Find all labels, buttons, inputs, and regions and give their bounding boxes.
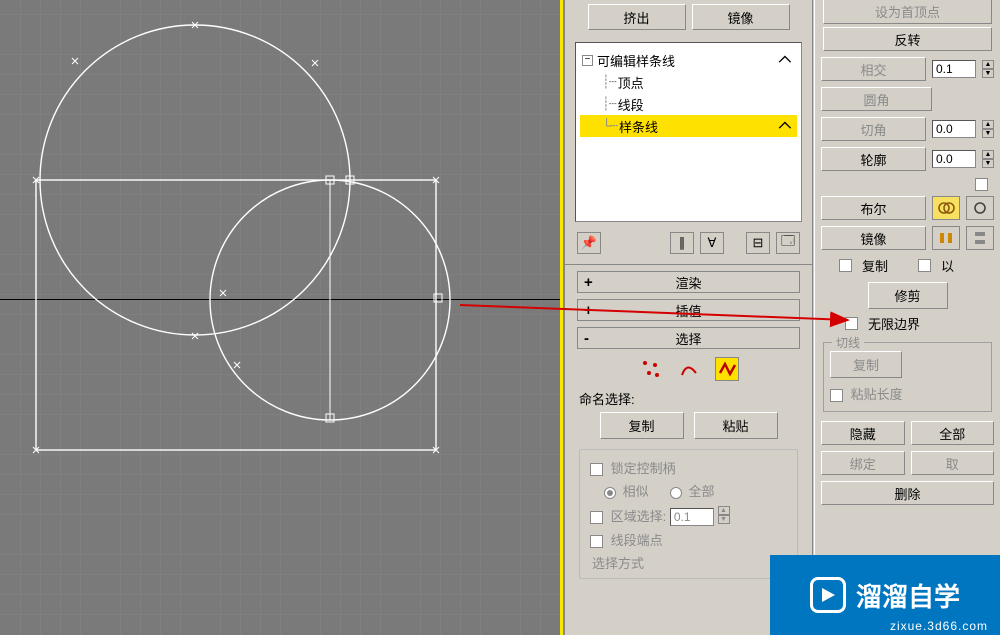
watermark: 溜溜自学 zixue.3d66.com: [770, 555, 1000, 635]
tan-len-checkbox: [830, 389, 843, 402]
mirror2-button[interactable]: 镜像: [821, 226, 926, 250]
intersect-spinner[interactable]: ▲▼: [982, 60, 994, 78]
outline-check[interactable]: [975, 178, 988, 191]
region-select-checkbox: [590, 511, 603, 524]
outline-value-input[interactable]: 0.0: [932, 150, 976, 168]
expand-plus-icon: +: [584, 302, 593, 319]
fillet-button: 圆角: [821, 87, 932, 111]
tree-item-spline[interactable]: └┄ 样条线 ⌵: [580, 115, 797, 137]
modify-panel-right: 设为首顶点 反转 相交 0.1 ▲▼ 圆角 切角 0.0 ▲▼ 轮廓 0.0 ▲…: [814, 0, 1000, 635]
pin-stack-icon[interactable]: 📌: [577, 232, 601, 254]
stack-config-icon[interactable]: 🗔: [776, 232, 800, 254]
tree-root[interactable]: − 可编辑样条线 ⌵: [580, 49, 797, 71]
viewport[interactable]: [0, 0, 560, 635]
stack-tool-2-icon[interactable]: ∀: [700, 232, 724, 254]
boolean-button[interactable]: 布尔: [821, 196, 926, 220]
tree-root-icon: ⌵: [779, 51, 791, 69]
pick-button: 取: [911, 451, 995, 475]
chamfer-value-input[interactable]: 0.0: [932, 120, 976, 138]
rollout-interpolation[interactable]: + 插值: [577, 299, 800, 321]
tree-branch-icon: └┄: [602, 118, 617, 134]
tangent-group: 切线 复制 粘贴长度: [823, 342, 992, 412]
rollout-selection[interactable]: - 选择: [577, 327, 800, 349]
tree-root-label: 可编辑样条线: [597, 51, 675, 70]
vertex-mode-icon[interactable]: [639, 357, 663, 381]
stack-show-end-icon[interactable]: ⊟: [746, 232, 770, 254]
all-radio: [670, 487, 682, 499]
watermark-brand: 溜溜自学: [856, 577, 960, 614]
named-sel-copy-button[interactable]: 复制: [600, 412, 684, 439]
trim-button[interactable]: 修剪: [815, 278, 1000, 311]
intersect-button: 相交: [821, 57, 926, 81]
rollout-render[interactable]: + 渲染: [577, 271, 800, 293]
region-spinner: ▲▼: [718, 506, 730, 524]
tree-branch-icon: ┊┄: [602, 74, 616, 90]
tree-item-segment[interactable]: ┊┄ 线段: [580, 93, 797, 115]
lock-handles-group: 锁定控制柄 相似 全部 区域选择: 0.1 ▲▼ 线段端点 选择方式: [579, 449, 798, 579]
outline-spinner[interactable]: ▲▼: [982, 150, 994, 168]
copy-checkbox[interactable]: [839, 259, 852, 272]
named-sel-paste-button[interactable]: 粘贴: [694, 412, 778, 439]
reverse-button[interactable]: 反转: [823, 27, 992, 51]
viewport-shapes-svg: [0, 0, 560, 635]
intersect-value-input[interactable]: 0.1: [932, 60, 976, 78]
tree-branch-icon: ┊┄: [602, 96, 616, 112]
bind-button: 绑定: [821, 451, 905, 475]
stack-toolbar: 📌 ∥ ∀ ⊟ 🗔: [565, 226, 812, 265]
extrude-button[interactable]: 挤出: [588, 4, 686, 30]
lock-handles-checkbox: [590, 463, 603, 476]
set-first-vertex-button: 设为首顶点: [823, 0, 992, 24]
tree-item-vertex[interactable]: ┊┄ 顶点: [580, 71, 797, 93]
similar-radio: [604, 487, 616, 499]
stack-tool-1-icon[interactable]: ∥: [670, 232, 694, 254]
infinite-bounds-checkbox[interactable]: [845, 317, 858, 330]
mirror-h-icon[interactable]: [932, 226, 960, 250]
modifier-stack[interactable]: − 可编辑样条线 ⌵ ┊┄ 顶点 ┊┄ 线段 └┄ 样条线 ⌵: [575, 42, 802, 222]
bool-union-icon[interactable]: [932, 196, 960, 220]
mirror-v-icon[interactable]: [966, 226, 994, 250]
tan-copy-button: 复制: [830, 351, 902, 378]
hide-button[interactable]: 隐藏: [821, 421, 905, 445]
named-selection-label: 命名选择:: [565, 385, 812, 410]
expand-plus-icon: +: [584, 274, 593, 291]
subobject-icon-row: [565, 349, 812, 385]
delete-button[interactable]: 删除: [821, 481, 994, 505]
mirror-button[interactable]: 镜像: [692, 4, 790, 30]
collapse-minus-icon: -: [584, 330, 589, 347]
chamfer-spinner[interactable]: ▲▼: [982, 120, 994, 138]
all-button[interactable]: 全部: [911, 421, 995, 445]
spline-mode-icon[interactable]: [715, 357, 739, 381]
bool-sub-icon[interactable]: [966, 196, 994, 220]
outline-button[interactable]: 轮廓: [821, 147, 926, 171]
segment-mode-icon[interactable]: [677, 357, 701, 381]
chamfer-button: 切角: [821, 117, 926, 141]
watermark-url: zixue.3d66.com: [890, 619, 988, 633]
seg-end-checkbox: [590, 535, 603, 548]
region-value-input: 0.1: [670, 508, 714, 526]
about-checkbox[interactable]: [918, 259, 931, 272]
play-icon: [810, 577, 846, 613]
tree-spline-icon: ⌵: [779, 117, 791, 135]
modify-panel-left: 挤出 镜像 − 可编辑样条线 ⌵ ┊┄ 顶点 ┊┄ 线段 └┄ 样条线 ⌵ 📌 …: [563, 0, 813, 635]
tree-collapse-icon[interactable]: −: [582, 55, 593, 66]
